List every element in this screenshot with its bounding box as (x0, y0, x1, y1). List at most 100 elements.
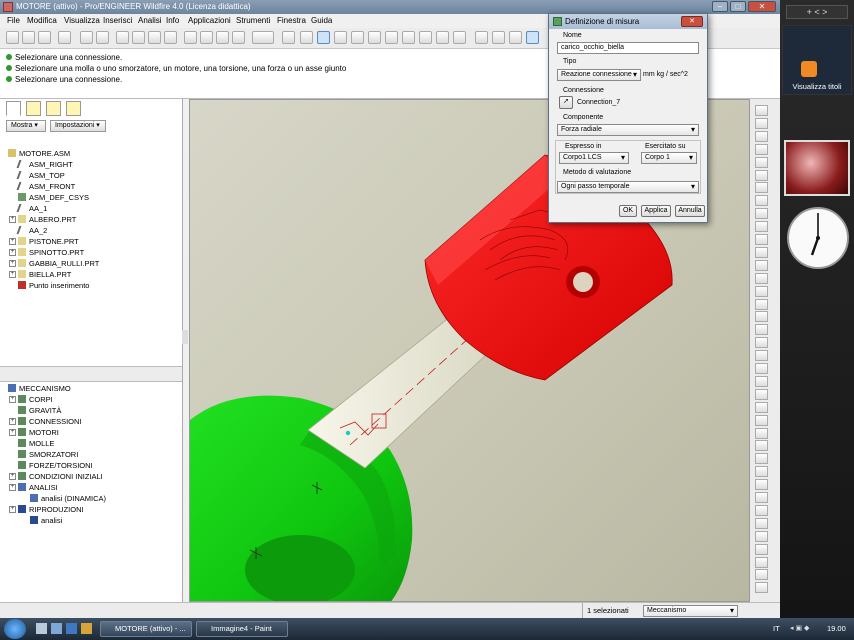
mechanism-tool-button[interactable] (755, 388, 768, 400)
mechanism-tool-button[interactable] (755, 363, 768, 374)
mechanism-tool-button[interactable] (755, 208, 768, 220)
mechanism-tool-button[interactable] (755, 130, 768, 142)
select-box-icon[interactable] (232, 31, 245, 44)
select-arrow-icon[interactable]: ➚ (559, 96, 573, 109)
settings-dropdown[interactable]: Impostazioni ▾ (50, 120, 106, 132)
mechanism-tree-node[interactable]: CONNESSIONI (18, 417, 82, 426)
model-tree-node[interactable]: SPINOTTO.PRT (18, 248, 84, 257)
slideshow-gadget[interactable] (784, 140, 850, 196)
tree-expander[interactable]: + (9, 238, 16, 245)
close-button[interactable]: ✕ (748, 1, 776, 12)
print-icon[interactable] (58, 31, 71, 44)
repaint-icon[interactable] (351, 31, 364, 44)
maximize-button[interactable]: □ (730, 1, 746, 12)
menu-info[interactable]: Info (166, 16, 179, 25)
menu-inserisci[interactable]: Inserisci (103, 16, 132, 25)
folder-icon[interactable] (81, 623, 92, 634)
model-tree-node[interactable]: PISTONE.PRT (18, 237, 79, 246)
tab-model-tree[interactable] (6, 101, 21, 116)
tree-expander[interactable]: + (9, 506, 16, 513)
mechanism-tool-button[interactable] (755, 285, 768, 297)
mechanism-tool-button[interactable] (755, 259, 768, 271)
mechanism-tree-node[interactable]: analisi (30, 516, 62, 525)
mechanism-tool-button[interactable] (755, 350, 768, 362)
evaluation-method-dropdown[interactable]: Ogni passo temporale (557, 181, 699, 193)
mechanism-tool-icon[interactable] (317, 31, 330, 44)
mechanism-tool-button[interactable] (755, 143, 768, 155)
mechanism-tool-button[interactable] (755, 117, 768, 129)
analysis-tool-icon[interactable] (334, 31, 347, 44)
refit-icon[interactable] (402, 31, 415, 44)
model-tree-node[interactable]: ASM_FRONT (16, 182, 75, 191)
language-indicator[interactable]: IT (773, 624, 780, 633)
cut-icon[interactable] (116, 31, 129, 44)
orient-icon[interactable] (419, 31, 432, 44)
redo-icon[interactable] (96, 31, 109, 44)
find-icon[interactable] (216, 31, 229, 44)
tree-expander[interactable]: + (9, 418, 16, 425)
model-tree-node[interactable]: GABBIA_RULLI.PRT (18, 259, 99, 268)
mechanism-tool-button[interactable] (755, 440, 768, 452)
model-tree-node[interactable]: ALBERO.PRT (18, 215, 76, 224)
tray-icons[interactable]: ◂ ▣ ◆ (790, 624, 809, 632)
quick-launch-icon[interactable] (51, 623, 62, 634)
model-tree-node[interactable]: ASM_DEF_CSYS (18, 193, 89, 202)
mechanism-tool-button[interactable] (755, 582, 768, 594)
menu-guida[interactable]: Guida (311, 16, 332, 25)
task-paint[interactable]: Immagine4 - Paint (196, 621, 288, 637)
regen-manager-icon[interactable] (200, 31, 213, 44)
hidden-line-icon[interactable] (492, 31, 505, 44)
expressed-in-dropdown[interactable]: Corpo1 LCS (559, 152, 629, 164)
mechanism-tree-node[interactable]: CORPI (18, 395, 53, 404)
mechanism-tool-button[interactable] (755, 414, 768, 426)
mechanism-tool-button[interactable] (755, 156, 768, 168)
mechanism-tool-button[interactable] (755, 453, 768, 465)
model-tree-node[interactable]: MOTORE.ASM (8, 149, 70, 158)
mechanism-tree-node[interactable]: analisi (DINAMICA) (30, 494, 106, 503)
paste-special-icon[interactable] (164, 31, 177, 44)
mechanism-tool-button[interactable] (755, 221, 768, 233)
menu-visualizza[interactable]: Visualizza (64, 16, 100, 25)
dialog-title-bar[interactable]: Definizione di misura ✕ (549, 14, 707, 29)
type-dropdown[interactable]: Reazione connessione (557, 69, 641, 81)
component-dropdown[interactable]: Forza radiale (557, 124, 699, 136)
mechanism-tool-button[interactable] (755, 517, 768, 529)
paste-icon[interactable] (148, 31, 161, 44)
menu-strumenti[interactable]: Strumenti (236, 16, 270, 25)
start-button[interactable] (4, 619, 26, 639)
collapse-panel-handle[interactable] (182, 330, 188, 344)
tree-expander[interactable]: + (9, 396, 16, 403)
mechanism-tool-button[interactable] (755, 324, 768, 336)
mechanism-tool-button[interactable] (755, 311, 768, 323)
model-tree-node[interactable]: BIELLA.PRT (18, 270, 71, 279)
model-tree-node[interactable]: ASM_TOP (16, 171, 65, 180)
new-file-icon[interactable] (6, 31, 19, 44)
open-file-icon[interactable] (22, 31, 35, 44)
saved-views-icon[interactable] (436, 31, 449, 44)
wireframe-icon[interactable] (475, 31, 488, 44)
mechanism-tool-button[interactable] (755, 195, 768, 207)
menu-applicazioni[interactable]: Applicazioni (188, 16, 231, 25)
title-bar[interactable]: MOTORE (attivo) - Pro/ENGINEER Wildfire … (0, 0, 780, 14)
ie-icon[interactable] (66, 623, 77, 634)
sidebar-controls[interactable]: + < > (786, 5, 848, 19)
mechanism-tree-node[interactable]: SMORZATORI (18, 450, 78, 459)
zoom-in-icon[interactable] (368, 31, 381, 44)
mechanism-tool-button[interactable] (755, 569, 768, 581)
mechanism-tool-button[interactable] (755, 427, 768, 439)
model-tree-node[interactable]: Punto inserimento (18, 281, 89, 290)
mechanism-tree-node[interactable]: FORZE/TORSIONI (18, 461, 93, 470)
exerted-on-dropdown[interactable]: Corpo 1 (641, 152, 697, 164)
no-hidden-icon[interactable] (509, 31, 522, 44)
show-dropdown[interactable]: Mostra ▾ (6, 120, 46, 132)
selection-filter-dropdown[interactable]: Meccanismo (643, 605, 738, 617)
tab-folder-browser[interactable] (26, 101, 41, 116)
tree-expander[interactable]: + (9, 271, 16, 278)
zoom-out-icon[interactable] (385, 31, 398, 44)
undo-icon[interactable] (80, 31, 93, 44)
tree-expander[interactable]: + (9, 249, 16, 256)
mechanism-tree-node[interactable]: ANALISI (18, 483, 58, 492)
model-tree-node[interactable]: ASM_RIGHT (16, 160, 73, 169)
model-tree-node[interactable]: AA_2 (16, 226, 47, 235)
mechanism-tool-button[interactable] (755, 504, 768, 516)
